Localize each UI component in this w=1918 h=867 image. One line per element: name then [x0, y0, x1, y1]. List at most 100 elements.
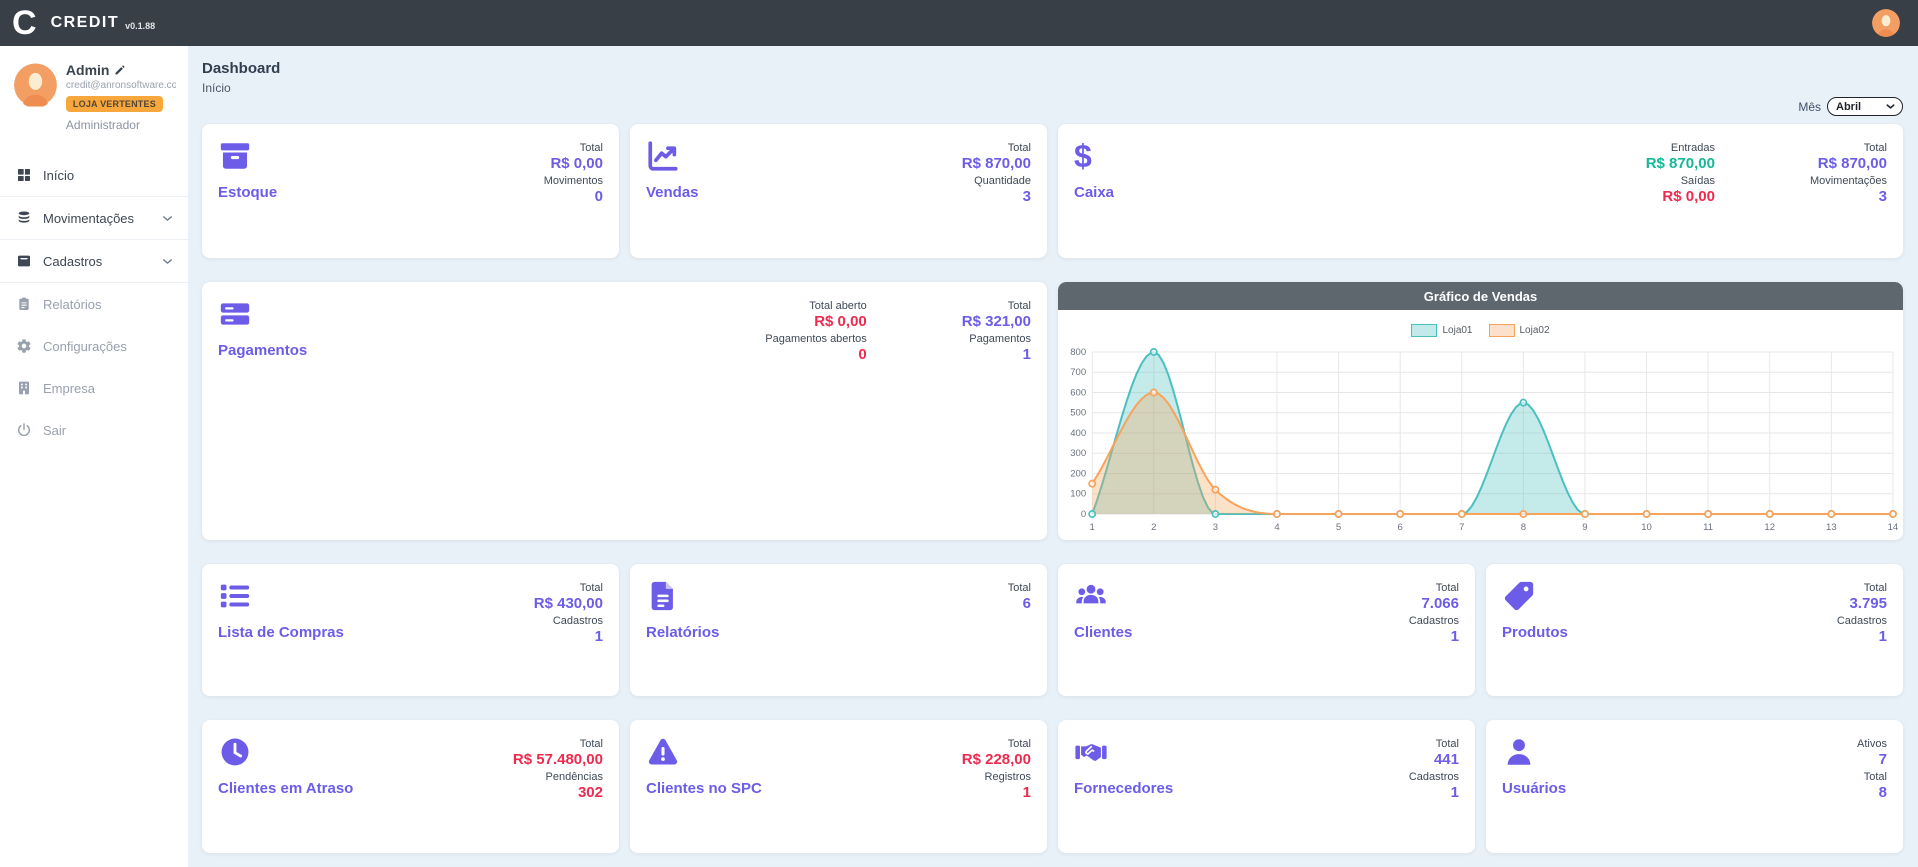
sidebar-item-configuracoes[interactable]: Configurações	[0, 325, 188, 367]
card-usuarios-title[interactable]: Usuários	[1502, 780, 1566, 797]
stat-label: Registros	[962, 771, 1031, 783]
svg-text:300: 300	[1070, 448, 1086, 459]
stat-label: Total	[1837, 582, 1887, 594]
sidebar-nav: Início Movimentações Cadastros	[0, 154, 188, 451]
legend-swatch	[1489, 324, 1515, 337]
stat-label: Total	[1857, 771, 1887, 783]
card-produtos: Produtos Total 3.795 Cadastros 1	[1486, 564, 1903, 696]
svg-text:500: 500	[1070, 408, 1086, 419]
stat-label: Ativos	[1857, 738, 1887, 750]
stat-value: 0	[544, 188, 603, 205]
file-lines-icon	[646, 579, 680, 613]
stat-label: Pagamentos	[962, 333, 1031, 345]
svg-text:5: 5	[1336, 522, 1341, 533]
sidebar-item-label: Início	[43, 168, 74, 183]
stat-label: Total aberto	[765, 300, 867, 312]
person-avatar-icon	[14, 62, 57, 108]
svg-text:200: 200	[1070, 469, 1086, 480]
svg-text:13: 13	[1826, 522, 1837, 533]
stat-value: 7.066	[1409, 595, 1459, 612]
stat-label: Total	[1810, 142, 1887, 154]
card-clientes-em-atraso-title[interactable]: Clientes em Atraso	[218, 780, 353, 797]
triangle-warning-icon	[646, 735, 680, 769]
user-icon	[1502, 735, 1536, 769]
stat-value: 0	[765, 346, 867, 363]
stat-value: R$ 430,00	[534, 595, 603, 612]
user-avatar[interactable]	[1872, 9, 1900, 37]
stat-value: R$ 870,00	[962, 155, 1031, 172]
stat-label: Cadastros	[1837, 615, 1887, 627]
chart-line-icon	[646, 139, 680, 173]
card-pagamentos-title[interactable]: Pagamentos	[218, 342, 307, 359]
stat-value: R$ 0,00	[544, 155, 603, 172]
breadcrumb: Início	[202, 81, 1903, 95]
stat-label: Movimentos	[544, 175, 603, 187]
card-caixa-title[interactable]: Caixa	[1074, 184, 1114, 201]
sidebar-item-label: Cadastros	[43, 254, 102, 269]
sidebar-item-label: Configurações	[43, 339, 127, 354]
main-content: Dashboard Início Mês Abril Estoque Total	[188, 46, 1918, 867]
chart-title: Gráfico de Vendas	[1058, 282, 1903, 310]
stat-value: 1	[962, 346, 1031, 363]
card-vendas: Vendas Total R$ 870,00 Quantidade 3	[630, 124, 1047, 258]
svg-text:7: 7	[1459, 522, 1464, 533]
page-title: Dashboard	[202, 60, 1903, 77]
stat-label: Pendências	[513, 771, 603, 783]
card-relatorios-title[interactable]: Relatórios	[646, 624, 719, 641]
stat-label: Cadastros	[534, 615, 603, 627]
sidebar-item-inicio[interactable]: Início	[0, 154, 188, 197]
stat-value: 7	[1857, 751, 1887, 768]
sidebar-item-movimentacoes[interactable]: Movimentações	[0, 197, 188, 240]
sales-chart-card: Gráfico de Vendas Loja01Loja02 010020030…	[1058, 282, 1903, 540]
sidebar-item-label: Movimentações	[43, 211, 134, 226]
card-clientes-no-spc-title[interactable]: Clientes no SPC	[646, 780, 762, 797]
legend-item-Loja01[interactable]: Loja01	[1411, 324, 1472, 337]
month-select-value: Abril	[1836, 101, 1861, 113]
app-version: v0.1.88	[125, 21, 155, 31]
cards-grid: Estoque Total R$ 0,00 Movimentos 0 Venda…	[202, 124, 1903, 853]
sidebar-item-label: Relatórios	[43, 297, 102, 312]
card-clientes-no-spc: Clientes no SPC Total R$ 228,00 Registro…	[630, 720, 1047, 853]
stat-label: Entradas	[1646, 142, 1715, 154]
card-lista-de-compras: Lista de Compras Total R$ 430,00 Cadastr…	[202, 564, 619, 696]
card-clientes-title[interactable]: Clientes	[1074, 624, 1132, 641]
sidebar-item-relatorios[interactable]: Relatórios	[0, 283, 188, 325]
svg-text:3: 3	[1213, 522, 1218, 533]
stat-value: 6	[1008, 595, 1031, 612]
card-pagamentos: Pagamentos Total aberto R$ 0,00 Pagament…	[202, 282, 1047, 540]
card-estoque: Estoque Total R$ 0,00 Movimentos 0	[202, 124, 619, 258]
stat-value: R$ 870,00	[1646, 155, 1715, 172]
clipboard-icon	[16, 296, 32, 312]
stat-label: Saídas	[1646, 175, 1715, 187]
month-select[interactable]: Abril	[1827, 97, 1903, 116]
stat-label: Cadastros	[1409, 771, 1459, 783]
card-estoque-title[interactable]: Estoque	[218, 184, 277, 201]
sidebar-item-cadastros[interactable]: Cadastros	[0, 240, 188, 283]
legend-item-Loja02[interactable]: Loja02	[1489, 324, 1550, 337]
card-vendas-title[interactable]: Vendas	[646, 184, 699, 201]
grid-icon	[16, 167, 32, 183]
sidebar: Admin credit@anronsoftware.co... LOJA VE…	[0, 46, 188, 867]
svg-text:9: 9	[1582, 522, 1587, 533]
stat-value: 302	[513, 784, 603, 801]
gear-icon	[16, 338, 32, 354]
card-lista-de-compras-title[interactable]: Lista de Compras	[218, 624, 344, 641]
tag-icon	[1502, 579, 1536, 613]
chevron-down-icon	[1885, 101, 1896, 112]
sidebar-item-empresa[interactable]: Empresa	[0, 367, 188, 409]
svg-text:0: 0	[1081, 509, 1086, 520]
database-icon	[16, 210, 32, 226]
edit-pencil-icon[interactable]	[114, 64, 126, 76]
card-fornecedores-title[interactable]: Fornecedores	[1074, 780, 1173, 797]
card-produtos-title[interactable]: Produtos	[1502, 624, 1568, 641]
month-label: Mês	[1798, 100, 1821, 114]
svg-text:8: 8	[1521, 522, 1526, 533]
stat-label: Total	[962, 300, 1031, 312]
sidebar-item-sair[interactable]: Sair	[0, 409, 188, 451]
stat-value: 441	[1409, 751, 1459, 768]
chevron-down-icon	[161, 255, 174, 268]
svg-text:12: 12	[1764, 522, 1775, 533]
card-usuarios: Usuários Ativos 7 Total 8	[1486, 720, 1903, 853]
card-clientes: Clientes Total 7.066 Cadastros 1	[1058, 564, 1475, 696]
stat-value: R$ 0,00	[1646, 188, 1715, 205]
